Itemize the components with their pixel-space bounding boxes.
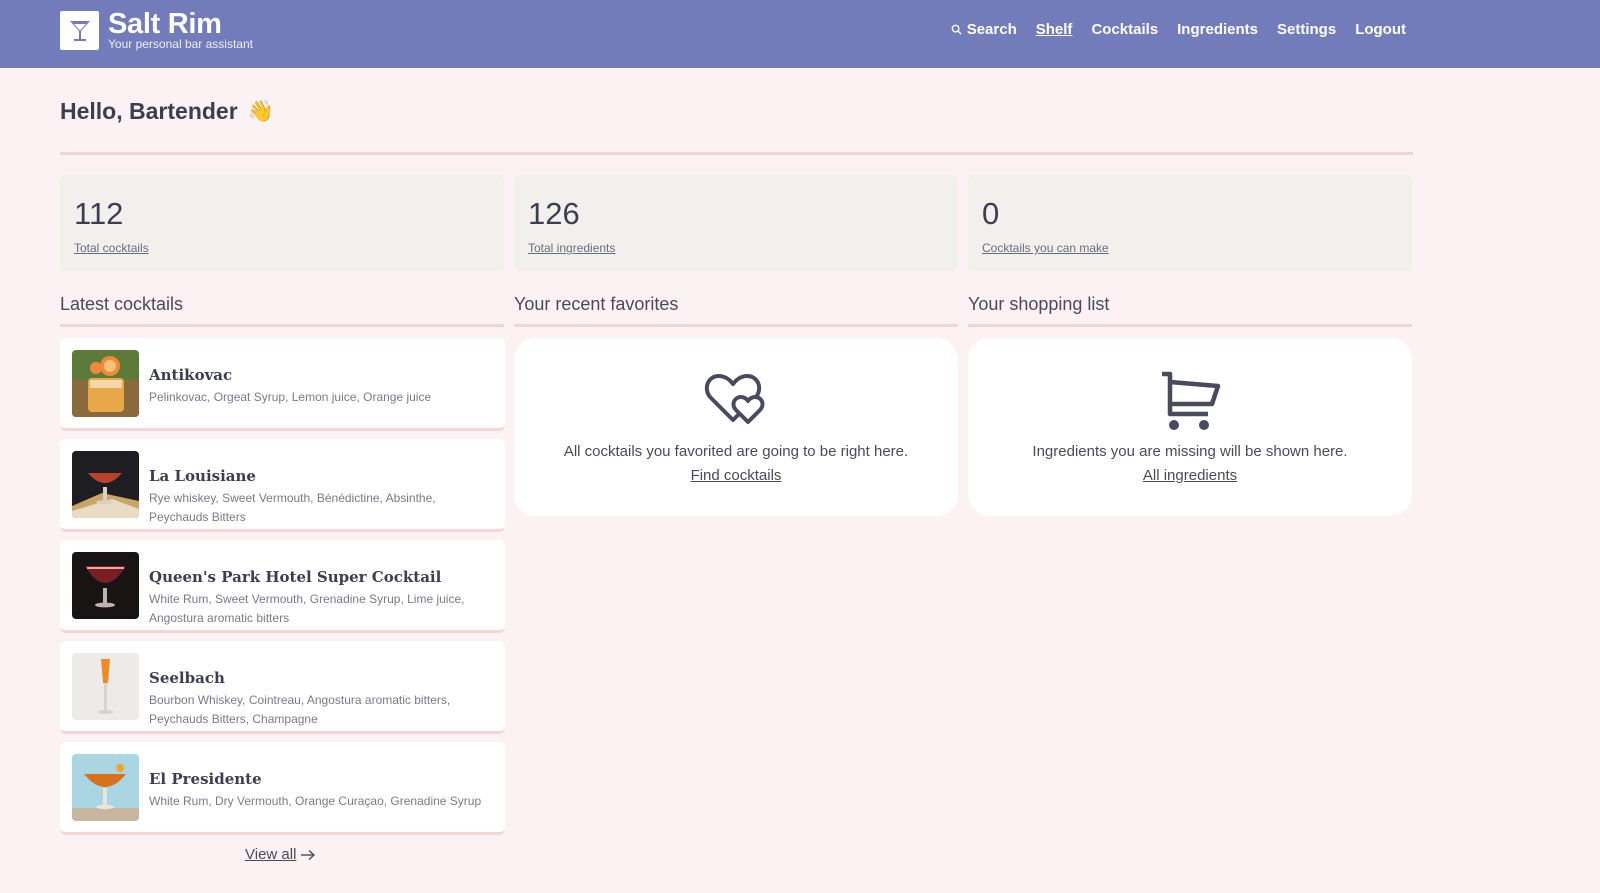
section-title-favorites: Your recent favorites — [514, 294, 679, 314]
stat-link-total-ingredients[interactable]: Total ingredients — [528, 241, 615, 255]
nav-shelf[interactable]: Shelf — [1036, 21, 1073, 38]
nav-logout[interactable]: Logout — [1355, 21, 1406, 38]
divider — [968, 324, 1412, 327]
app-name[interactable]: Salt Rim — [108, 7, 222, 41]
main-nav: Search Shelf Cocktails Ingredients Setti… — [951, 18, 1406, 40]
list-item[interactable]: Seelbach Bourbon Whiskey, Cointreau, Ang… — [60, 641, 505, 734]
stat-card-can-make: 0 Cocktails you can make — [968, 175, 1412, 271]
cocktail-thumbnail — [72, 552, 139, 619]
list-item[interactable]: Queen's Park Hotel Super Cocktail White … — [60, 540, 505, 633]
view-all-label: View all — [245, 846, 297, 863]
arrow-right-icon — [301, 849, 316, 860]
favorites-empty-text: All cocktails you favorited are going to… — [563, 443, 909, 460]
section-title-latest: Latest cocktails — [60, 294, 184, 314]
shopping-cart-icon — [1162, 371, 1221, 430]
cocktail-thumbnail — [72, 451, 139, 518]
cocktail-thumbnail — [72, 653, 139, 720]
cocktail-name[interactable]: La Louisiane — [149, 467, 256, 485]
cocktail-name[interactable]: El Presidente — [149, 770, 262, 788]
waving-hand-icon: 👋 — [247, 99, 274, 123]
favorites-panel: All cocktails you favorited are going to… — [514, 338, 958, 516]
cocktail-name[interactable]: Queen's Park Hotel Super Cocktail — [149, 568, 441, 586]
hearts-icon — [704, 374, 765, 424]
nav-search-label: Search — [966, 20, 1017, 38]
page-title: Hello, Bartender 👋 — [60, 98, 274, 125]
section-title-shopping: Your shopping list — [968, 294, 1110, 314]
app-tagline: Your personal bar assistant — [108, 37, 253, 51]
nav-cocktails[interactable]: Cocktails — [1091, 21, 1158, 38]
logo[interactable] — [60, 11, 99, 50]
cocktail-ingredients: Pelinkovac, Orgeat Syrup, Lemon juice, O… — [149, 390, 432, 404]
stat-link-can-make[interactable]: Cocktails you can make — [982, 241, 1109, 255]
nav-search[interactable]: Search — [951, 21, 1017, 38]
cocktail-ingredients: Bourbon Whiskey, Cointreau, Angostura ar… — [149, 693, 451, 726]
stat-value: 112 — [74, 196, 124, 231]
stat-value: 126 — [528, 196, 580, 231]
divider — [514, 324, 958, 327]
list-item[interactable]: Antikovac Pelinkovac, Orgeat Syrup, Lemo… — [60, 338, 505, 431]
shopping-list-panel: Ingredients you are missing will be show… — [968, 338, 1412, 516]
stat-link-total-cocktails[interactable]: Total cocktails — [74, 241, 149, 255]
cocktail-name[interactable]: Seelbach — [149, 669, 225, 687]
list-item[interactable]: La Louisiane Rye whiskey, Sweet Vermouth… — [60, 439, 505, 532]
cocktail-ingredients: White Rum, Dry Vermouth, Orange Curaçao,… — [149, 794, 482, 808]
cocktail-glass-icon — [69, 20, 90, 41]
find-cocktails-link[interactable]: Find cocktails — [514, 467, 958, 484]
greeting-text: Hello, Bartender — [60, 98, 238, 124]
cocktail-name[interactable]: Antikovac — [149, 366, 232, 384]
nav-ingredients[interactable]: Ingredients — [1177, 21, 1258, 38]
stat-card-total-cocktails: 112 Total cocktails — [60, 175, 504, 271]
view-all-link[interactable]: View all — [245, 846, 316, 863]
cocktail-ingredients: White Rum, Sweet Vermouth, Grenadine Syr… — [149, 592, 465, 625]
top-bar: Salt Rim Your personal bar assistant Sea… — [0, 0, 1600, 68]
cocktail-ingredients: Rye whiskey, Sweet Vermouth, Bénédictine… — [149, 491, 436, 524]
search-icon — [951, 24, 962, 35]
divider — [60, 324, 504, 327]
list-item[interactable]: El Presidente White Rum, Dry Vermouth, O… — [60, 742, 505, 835]
stat-value: 0 — [982, 196, 1000, 231]
shopping-empty-text: Ingredients you are missing will be show… — [1032, 443, 1348, 460]
nav-settings[interactable]: Settings — [1277, 21, 1336, 38]
cocktail-thumbnail — [72, 350, 139, 417]
stat-card-total-ingredients: 126 Total ingredients — [514, 175, 958, 271]
all-ingredients-link[interactable]: All ingredients — [968, 467, 1412, 484]
divider — [60, 152, 1413, 155]
cocktail-thumbnail — [72, 754, 139, 821]
